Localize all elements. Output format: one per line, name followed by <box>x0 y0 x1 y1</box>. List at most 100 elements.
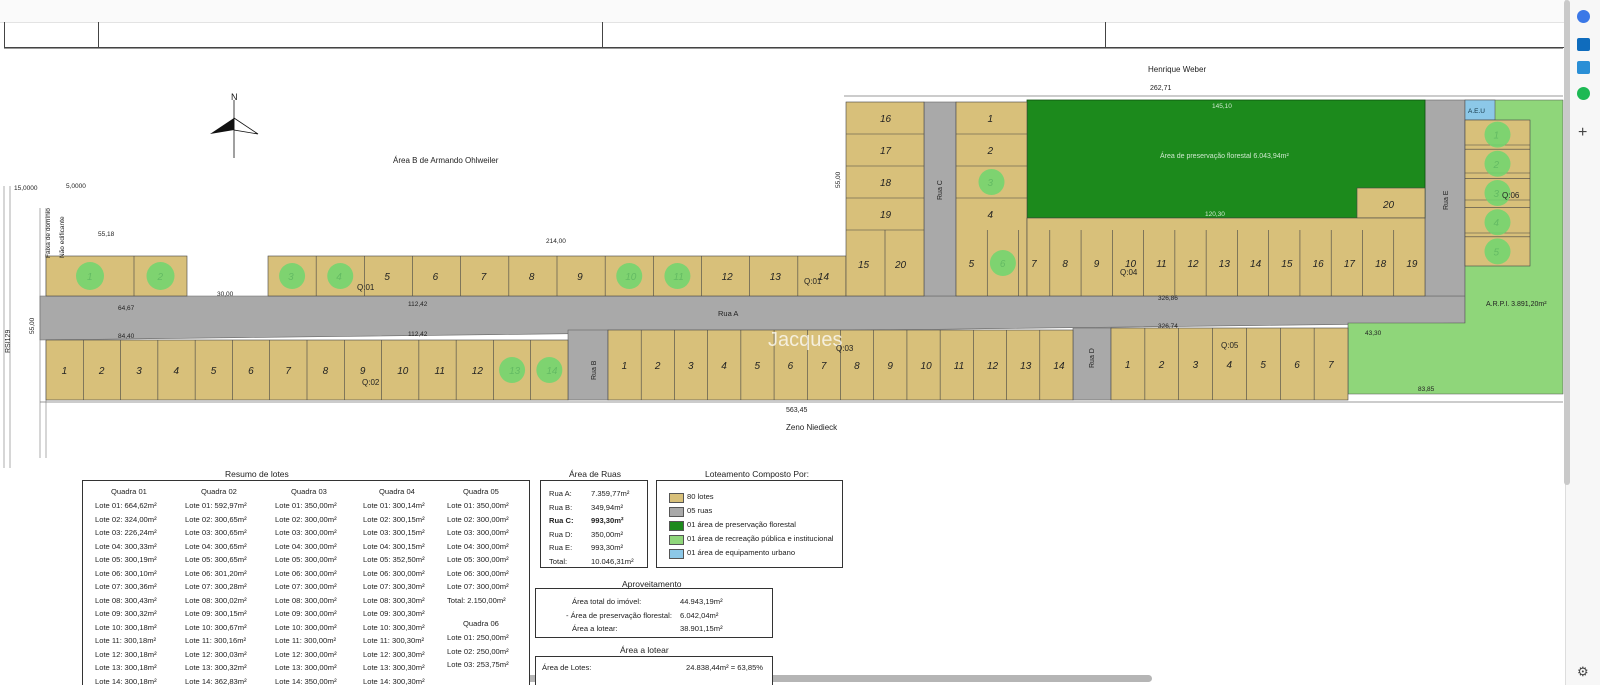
q03-lot-number: 8 <box>854 361 860 372</box>
summary-cell-q01: Lote 13: 300,18m² <box>95 663 157 672</box>
search-icon[interactable] <box>1577 10 1590 23</box>
summary-cell-q04: Lote 06: 300,00m² <box>363 568 425 578</box>
summary-cell-q03: Lote 10: 300,00m² <box>275 622 337 632</box>
summary-cell-q04: Lote 10: 300,30m² <box>363 622 425 632</box>
q01-lot-number: 15 <box>858 260 870 271</box>
q06-dot <box>1484 238 1511 265</box>
q02-label: Q:02 <box>362 378 380 387</box>
summary-cell-q06: Lote 02: 250,00m² <box>447 646 509 656</box>
nao-edificante-label: Não edificante <box>59 216 66 258</box>
col-header-q05: Quadra 05 <box>463 487 499 496</box>
q01-lot-number: 9 <box>577 272 583 283</box>
q04-label: Q:04 <box>1120 268 1138 277</box>
street-name: Total: <box>549 556 568 566</box>
summary-cell-q03: Lote 01: 350,00m² <box>275 501 337 510</box>
legend-label: 80 lotes <box>687 492 714 501</box>
q01-lot-number: 7 <box>481 272 487 283</box>
q01-lot-number: 17 <box>880 146 892 157</box>
summary-cell-q01: Lote 03: 226,24m² <box>95 528 157 537</box>
usage-key: Área a lotear: <box>572 624 618 633</box>
q01-dot <box>146 262 175 290</box>
q01b-label: Q:01 <box>804 277 822 286</box>
q04-lot-number: 5 <box>969 259 975 270</box>
q01-dot <box>327 263 354 289</box>
q04-lot-number: 8 <box>1062 259 1068 270</box>
legend-swatch <box>669 507 684 517</box>
q02-lot-number: 12 <box>472 366 484 377</box>
streets-area-title: Área de Ruas <box>569 469 621 479</box>
lots-summary-table: Resumo de lotes Quadra 01 Quadra 02 Quad… <box>82 469 530 686</box>
summary-cell-q02: Lote 09: 300,15m² <box>185 609 247 618</box>
rua-d-label: Rua D <box>1089 348 1096 368</box>
lot-area-table: Área a lotear Área de Lotes: 24.838,44m²… <box>535 645 773 685</box>
street-name: Rua E: <box>549 543 573 552</box>
col-header-q02: Quadra 02 <box>201 487 237 496</box>
summary-cell-q02: Lote 02: 300,65m² <box>185 514 247 524</box>
q04-lot-number: 1 <box>988 114 994 125</box>
settings-icon[interactable]: ⚙ <box>1577 664 1589 680</box>
summary-cell-q01: Lote 12: 300,18m² <box>95 649 157 659</box>
q04-lot-number: 11 <box>1156 259 1166 270</box>
lot-area-title: Área a lotear <box>620 645 669 655</box>
dim-43: 43,30 <box>1365 330 1382 337</box>
q02-lot-number: 5 <box>211 366 217 377</box>
q02-dot <box>499 357 526 383</box>
q01-dot <box>664 263 691 289</box>
q03-lot-number: 3 <box>688 361 694 372</box>
send-icon[interactable] <box>1577 61 1590 74</box>
q02-lot-number: 6 <box>248 366 254 377</box>
summary-cell-q02: Lote 14: 362,83m² <box>185 676 247 686</box>
q06-dot <box>1484 209 1511 236</box>
composition-legend: Loteamento Composto Por: 80 lotes 05 ruas… <box>656 469 843 568</box>
q02-lot-number: 2 <box>98 366 105 377</box>
q03-lot-number: 4 <box>721 361 727 372</box>
summary-cell-q05: Lote 04: 300,00m² <box>447 541 509 551</box>
rua-b-label: Rua B <box>591 360 598 380</box>
legend-label: 01 área de recreação pública e instituci… <box>687 534 834 543</box>
summary-cell-q01: Lote 14: 300,18m² <box>95 676 157 686</box>
summary-cell-q02: Lote 11: 300,16m² <box>185 636 247 645</box>
summary-cell-q02: Lote 04: 300,65m² <box>185 541 247 551</box>
summary-cell-q05: Lote 01: 350,00m² <box>447 501 509 510</box>
q01-lot-number: 5 <box>384 272 390 283</box>
dim-15: 15,0000 <box>14 185 38 192</box>
summary-cell-q05: Lote 06: 300,00m² <box>447 568 509 578</box>
q05-lot-number: 2 <box>1158 360 1165 371</box>
usage-value: 6.042,04m² <box>680 610 719 620</box>
dim-262: 262,71 <box>1150 85 1172 92</box>
summary-cell-q03: Lote 04: 300,00m² <box>275 541 337 551</box>
dim-55-right: 55,00 <box>835 171 842 188</box>
summary-cell-q02: Lote 08: 300,02m² <box>185 595 247 605</box>
vertical-scrollbar[interactable] <box>1564 0 1570 485</box>
summary-cell-q03: Lote 03: 300,00m² <box>275 528 337 537</box>
summary-cell-q04: Lote 08: 300,30m² <box>363 595 425 605</box>
add-icon[interactable]: + <box>1578 124 1587 142</box>
subdivision-plan: 1234567891011121314152016171819123456789… <box>3 48 1564 468</box>
q04-lot-number: 12 <box>1188 259 1200 270</box>
dim-120: 120,30 <box>1205 211 1225 218</box>
q01-dot <box>616 263 643 289</box>
legend-swatch <box>669 521 684 531</box>
summary-cell-q01: Lote 06: 300,10m² <box>95 568 157 578</box>
usage-table: Aproveitamento Área total do imóvel: 44.9… <box>535 579 773 638</box>
street-name: Rua B: <box>549 502 573 512</box>
legend-label: 01 área de preservação florestal <box>687 520 796 529</box>
preservation-label: Área de preservação florestal 6.043,94m² <box>1160 151 1289 160</box>
dim-214: 214,00 <box>546 238 566 245</box>
highway-label: RSI129 <box>5 330 12 353</box>
spotify-icon[interactable] <box>1577 87 1590 100</box>
faixa-label: Faixa de domínio <box>45 208 52 258</box>
q05-lot-number: 3 <box>1193 360 1199 371</box>
legend-swatch <box>669 535 684 545</box>
q01-lot-number: 18 <box>880 178 892 189</box>
summary-cell-q05: Lote 07: 300,00m² <box>447 582 509 591</box>
q03-lot-number: 5 <box>754 361 760 372</box>
q01-lot-number: 12 <box>722 272 734 283</box>
summary-cell-q03: Lote 13: 300,00m² <box>275 663 337 672</box>
dim-84: 84,40 <box>118 333 135 340</box>
summary-cell-q03: Lote 11: 300,00m² <box>275 636 337 645</box>
q01-dot <box>279 263 306 289</box>
summary-cell-q02: Lote 01: 592,97m² <box>185 501 247 510</box>
outlook-icon[interactable] <box>1577 38 1590 51</box>
q03-lot-number: 6 <box>788 361 794 372</box>
